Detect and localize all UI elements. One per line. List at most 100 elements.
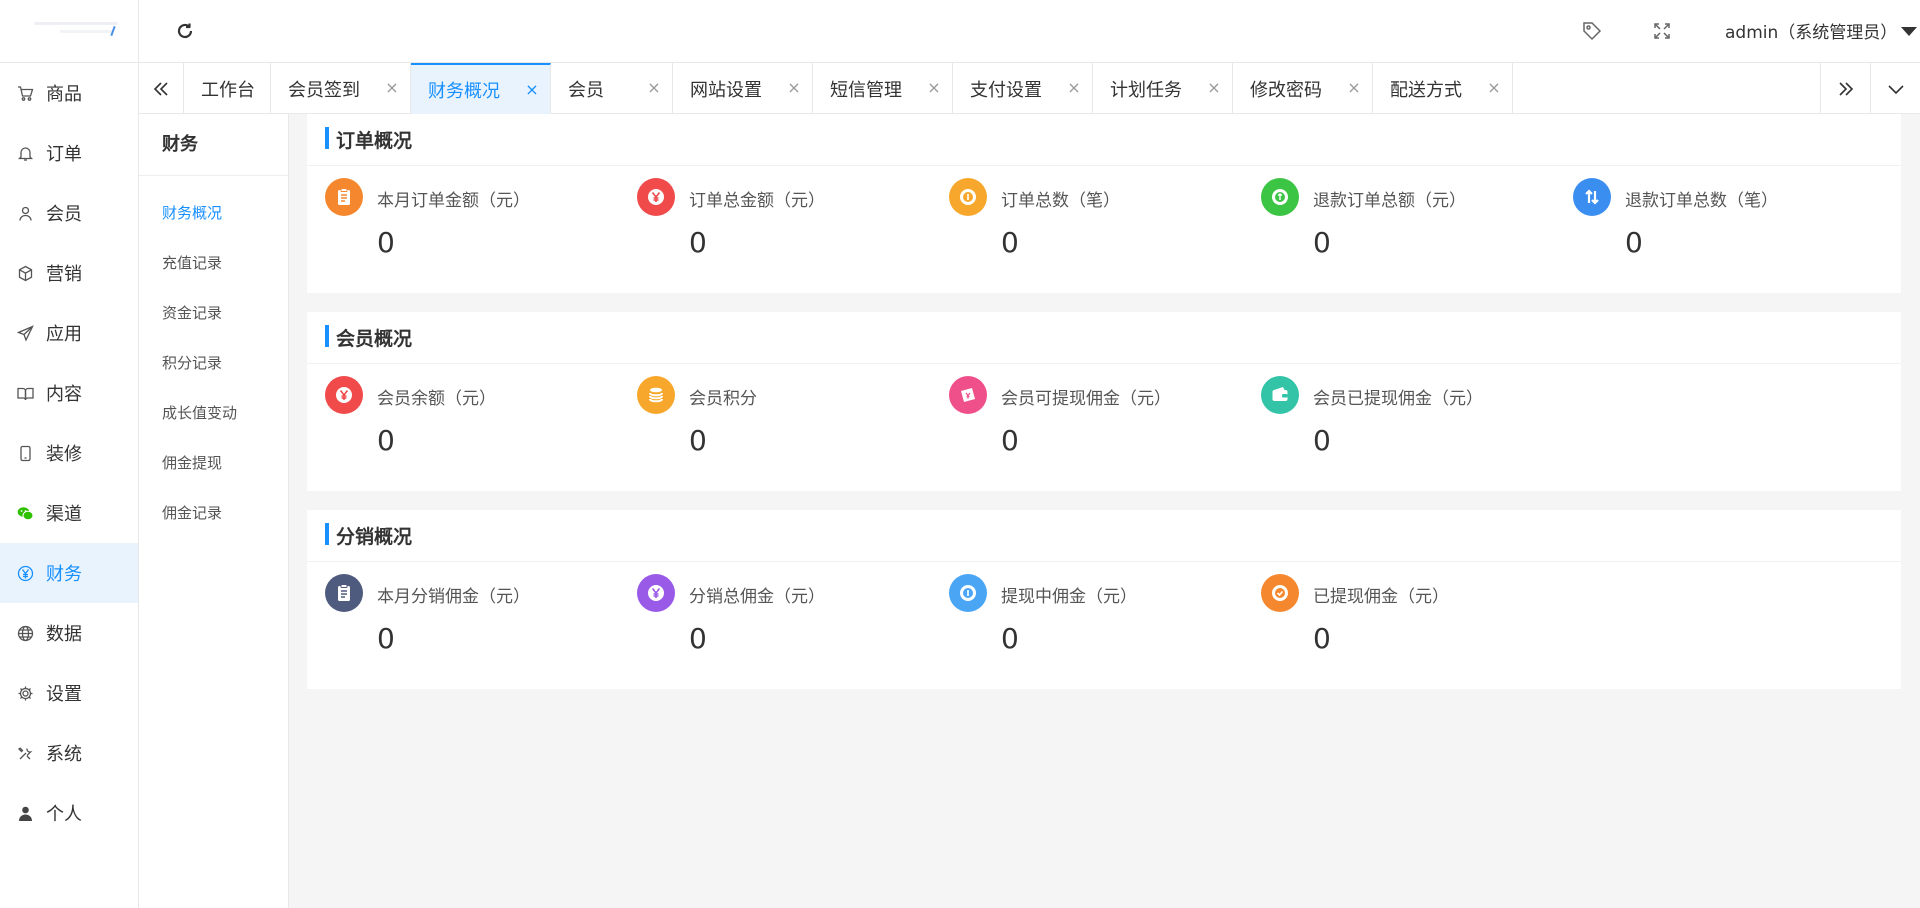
stat-refund-order-count: 退款订单总数（笔） 0 <box>1573 178 1873 278</box>
main-sidebar: 商品 订单 会员 营销 应用 内容 装修 渠道 财务 数据 设置 系统 个人 <box>0 0 139 908</box>
yen-icon <box>17 565 34 582</box>
user-caret-icon[interactable] <box>1901 27 1917 36</box>
tab-label: 会员 <box>568 79 604 101</box>
stat-refund-order-amount: 退款订单总额（元） 0 <box>1261 178 1561 278</box>
sub-sidebar: 财务 财务概况 充值记录 资金记录 积分记录 成长值变动 佣金提现 佣金记录 <box>139 114 289 908</box>
globe-icon <box>17 625 34 642</box>
stat-value: 0 <box>1001 424 1019 457</box>
tab-label: 会员签到 <box>288 79 360 101</box>
title-marker <box>325 523 329 545</box>
sidebar-item-orders[interactable]: 订单 <box>0 123 138 183</box>
tab-change-password[interactable]: 修改密码 × <box>1233 63 1373 114</box>
sidebar-item-apps[interactable]: 应用 <box>0 303 138 363</box>
tabs-scroll-right-icon[interactable] <box>1820 63 1870 114</box>
tools-icon <box>17 745 34 762</box>
sidebar-item-label: 系统 <box>46 744 82 765</box>
stat-member-balance: 会员余额（元） 0 <box>325 376 625 476</box>
tabs-scroll-left-icon[interactable] <box>139 63 184 114</box>
tag-icon[interactable] <box>1581 20 1603 42</box>
main-content: 订单概况 本月订单金额（元） 0 订单总金额（元） 0 订单总数（笔） 0 退款… <box>289 114 1920 908</box>
title-marker <box>325 127 329 149</box>
tab-payment-settings[interactable]: 支付设置 × <box>953 63 1093 114</box>
close-icon[interactable]: × <box>926 80 942 96</box>
wechat-icon <box>17 505 34 522</box>
close-icon[interactable]: × <box>646 80 662 96</box>
close-icon[interactable]: × <box>524 82 540 98</box>
stat-total-order-amount: 订单总金额（元） 0 <box>637 178 937 278</box>
refresh-icon[interactable] <box>174 20 196 42</box>
sub-item-points-records[interactable]: 积分记录 <box>139 338 288 388</box>
sub-item-commission-withdraw[interactable]: 佣金提现 <box>139 438 288 488</box>
cash-icon <box>949 376 987 414</box>
close-icon[interactable]: × <box>1066 80 1082 96</box>
stat-monthly-order-amount: 本月订单金额（元） 0 <box>325 178 625 278</box>
tab-scheduled-tasks[interactable]: 计划任务 × <box>1093 63 1233 114</box>
stat-label: 会员已提现佣金（元） <box>1313 389 1483 409</box>
sidebar-item-marketing[interactable]: 营销 <box>0 243 138 303</box>
sidebar-item-channels[interactable]: 渠道 <box>0 483 138 543</box>
stat-member-withdrawn-commission: 会员已提现佣金（元） 0 <box>1261 376 1561 476</box>
sidebar-item-content[interactable]: 内容 <box>0 363 138 423</box>
stat-withdrawn-commission: 已提现佣金（元） 0 <box>1261 574 1561 674</box>
card-title: 分销概况 <box>336 526 413 548</box>
main-nav: 商品 订单 会员 营销 应用 内容 装修 渠道 财务 数据 设置 系统 个人 <box>0 63 138 843</box>
sidebar-item-label: 会员 <box>46 204 82 225</box>
sidebar-item-members[interactable]: 会员 <box>0 183 138 243</box>
send-icon <box>17 324 34 342</box>
book-icon <box>17 385 34 402</box>
sidebar-item-decoration[interactable]: 装修 <box>0 423 138 483</box>
coins-stack-icon <box>637 376 675 414</box>
sidebar-item-label: 财务 <box>46 564 82 585</box>
close-icon[interactable]: × <box>1346 80 1362 96</box>
sub-item-growth-changes[interactable]: 成长值变动 <box>139 388 288 438</box>
cube-icon <box>17 265 34 282</box>
fullscreen-icon[interactable] <box>1651 20 1673 42</box>
user-menu[interactable]: admin（系统管理员） <box>1725 18 1897 43</box>
stat-label: 已提现佣金（元） <box>1313 587 1449 607</box>
sidebar-item-products[interactable]: 商品 <box>0 63 138 123</box>
sidebar-item-label: 设置 <box>46 684 82 705</box>
tab-site-settings[interactable]: 网站设置 × <box>673 63 813 114</box>
stat-label: 退款订单总数（笔） <box>1625 191 1778 211</box>
stat-total-distribution-commission: 分销总佣金（元） 0 <box>637 574 937 674</box>
sub-item-finance-overview[interactable]: 财务概况 <box>139 188 288 238</box>
stat-value: 0 <box>1001 226 1019 259</box>
sidebar-item-data[interactable]: 数据 <box>0 603 138 663</box>
sidebar-item-settings[interactable]: 设置 <box>0 663 138 723</box>
stat-value: 0 <box>377 226 395 259</box>
yen-coin-icon <box>637 178 675 216</box>
close-icon[interactable]: × <box>1486 80 1502 96</box>
tab-member-checkin[interactable]: 会员签到 × <box>271 63 411 114</box>
check-coin-icon <box>1261 574 1299 612</box>
coin-icon <box>949 178 987 216</box>
tab-sms-management[interactable]: 短信管理 × <box>813 63 953 114</box>
sub-sidebar-title: 财务 <box>139 114 288 176</box>
yen-coin-icon <box>637 574 675 612</box>
wallet-icon <box>1261 376 1299 414</box>
tab-workbench[interactable]: 工作台 <box>184 63 271 114</box>
sidebar-item-finance[interactable]: 财务 <box>0 543 138 603</box>
tab-finance-overview[interactable]: 财务概况 × <box>411 63 551 114</box>
sidebar-item-label: 订单 <box>46 144 82 165</box>
stat-label: 退款订单总额（元） <box>1313 191 1466 211</box>
refund-coin-icon <box>1261 178 1299 216</box>
sub-item-fund-records[interactable]: 资金记录 <box>139 288 288 338</box>
sub-item-recharge-records[interactable]: 充值记录 <box>139 238 288 288</box>
close-icon[interactable]: × <box>1206 80 1222 96</box>
sub-item-commission-records[interactable]: 佣金记录 <box>139 488 288 538</box>
close-icon[interactable]: × <box>786 80 802 96</box>
sidebar-item-label: 数据 <box>46 624 82 645</box>
sidebar-item-personal[interactable]: 个人 <box>0 783 138 843</box>
stat-value: 0 <box>377 622 395 655</box>
tab-shipping-methods[interactable]: 配送方式 × <box>1373 63 1513 114</box>
tab-member[interactable]: 会员 × <box>551 63 673 114</box>
stat-value: 0 <box>689 226 707 259</box>
cart-icon <box>17 85 34 102</box>
sidebar-item-system[interactable]: 系统 <box>0 723 138 783</box>
stat-label: 分销总佣金（元） <box>689 587 825 607</box>
tabs-dropdown-icon[interactable] <box>1870 63 1920 114</box>
stat-monthly-distribution-commission: 本月分销佣金（元） 0 <box>325 574 625 674</box>
close-icon[interactable]: × <box>384 80 400 96</box>
sidebar-item-label: 商品 <box>46 84 82 105</box>
logo[interactable] <box>0 0 138 63</box>
